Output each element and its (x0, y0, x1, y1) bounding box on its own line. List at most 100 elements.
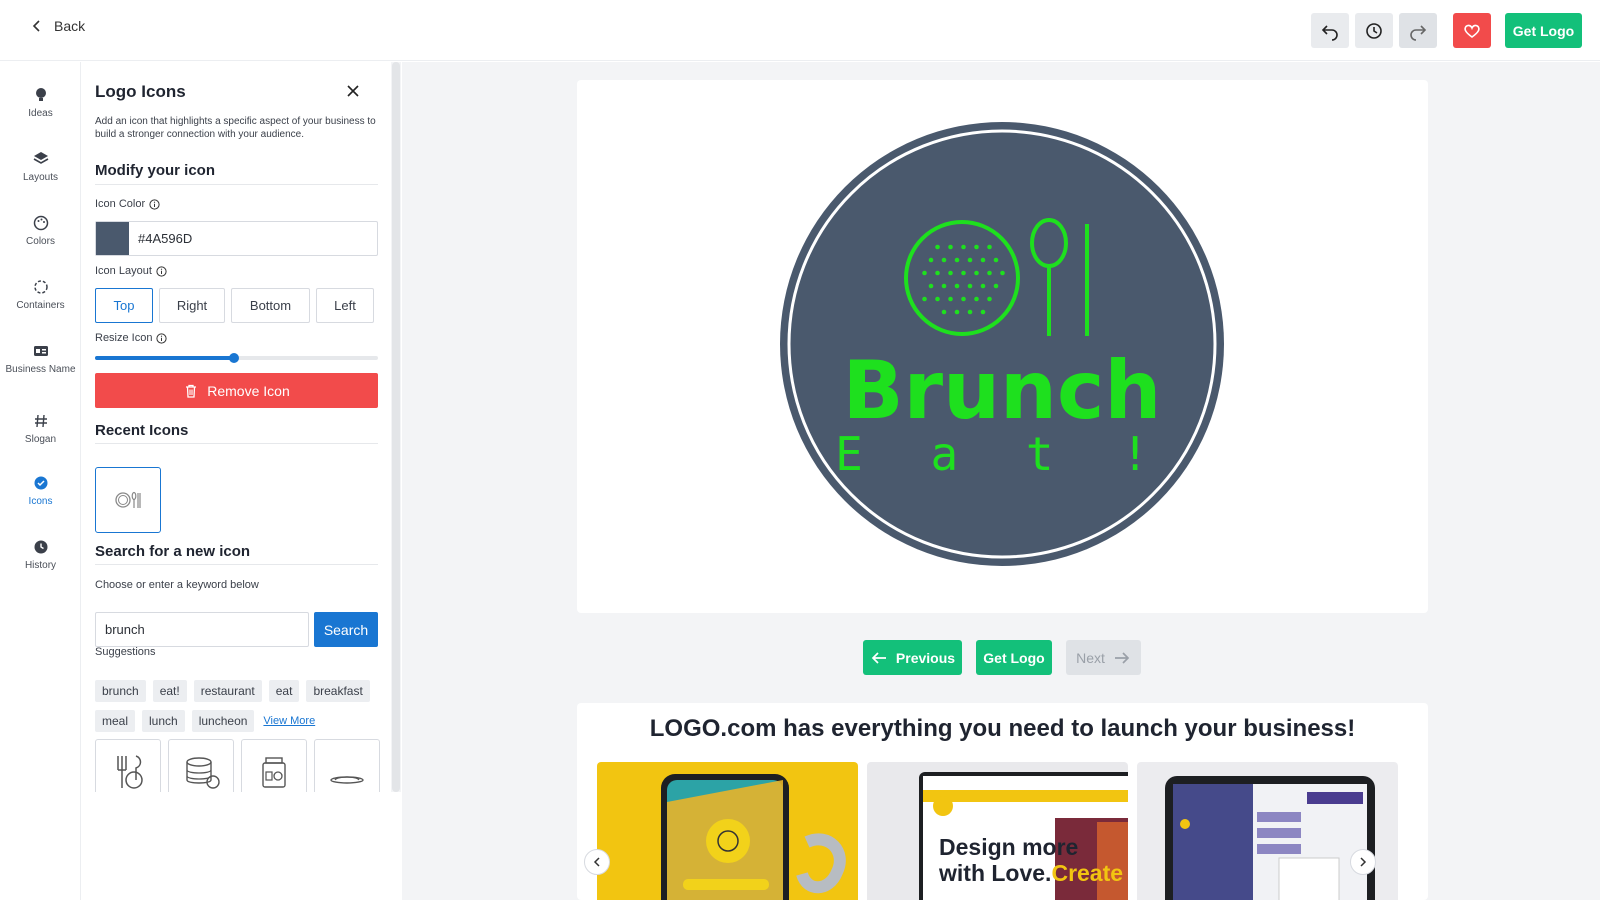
hash-icon (34, 414, 47, 428)
heart-icon (1464, 24, 1480, 38)
plate-dot (922, 296, 927, 302)
chevron-left-icon (593, 857, 600, 867)
color-swatch[interactable] (96, 222, 129, 255)
view-more-link[interactable]: View More (263, 715, 315, 727)
suggestion-chip[interactable]: eat! (152, 680, 187, 702)
undo-button[interactable] (1311, 13, 1349, 48)
resize-slider[interactable] (95, 353, 378, 363)
food-stack-icon (186, 757, 220, 789)
icon-layout-text: Icon Layout (95, 265, 152, 277)
plate-dot (961, 296, 966, 302)
layout-right-button[interactable]: Right (159, 288, 225, 323)
chef-utensils-icon (117, 755, 143, 789)
slider-thumb[interactable] (228, 353, 239, 363)
chevron-left-icon (32, 20, 40, 32)
search-heading: Search for a new icon (95, 543, 251, 560)
chip-row: meal lunch luncheon View More (95, 710, 385, 732)
clock-icon (34, 540, 47, 554)
plate-dot (987, 244, 992, 250)
plate-dot (967, 283, 973, 289)
carousel-next-button[interactable] (1350, 849, 1376, 875)
rail-item-ideas[interactable]: Ideas (0, 86, 81, 119)
icon-result-tile[interactable] (95, 739, 161, 792)
carousel-prev-button[interactable] (584, 849, 610, 875)
history-button[interactable] (1355, 13, 1393, 48)
remove-icon-button[interactable]: Remove Icon (95, 373, 378, 408)
slider-fill (95, 356, 234, 360)
undo-icon (1321, 24, 1338, 41)
layout-top-button[interactable]: Top (95, 288, 153, 323)
logo-preview[interactable]: Brunch E a t ! (577, 80, 1428, 613)
plate-dot (935, 296, 940, 302)
logo-preview-card: Brunch E a t ! (577, 80, 1428, 613)
plate-dot (987, 296, 992, 302)
icon-result-tile[interactable] (168, 739, 234, 792)
promo-card-phone[interactable] (597, 762, 858, 900)
rail-item-colors[interactable]: Colors (0, 214, 81, 247)
rail-item-history[interactable]: History (0, 538, 81, 571)
rail-item-icons[interactable]: Icons (0, 474, 81, 507)
layout-left-button[interactable]: Left (316, 288, 374, 323)
icon-layout-label: Icon Layout (95, 265, 167, 277)
suggestion-chip[interactable]: luncheon (191, 710, 255, 732)
icon-result-tile[interactable] (314, 739, 380, 792)
suggestion-chip[interactable]: restaurant (193, 680, 262, 702)
plate-dot (948, 296, 953, 302)
favorite-button[interactable] (1453, 13, 1491, 48)
rail-label: History (24, 560, 57, 571)
search-button[interactable]: Search (314, 612, 378, 647)
plate-dot (954, 257, 960, 263)
suggestion-chip[interactable]: lunch (142, 710, 185, 732)
suggestion-chip[interactable]: meal (95, 710, 136, 732)
layers-icon (33, 152, 48, 164)
panel-scrollbar-thumb[interactable] (392, 62, 400, 792)
plate-dot (941, 257, 947, 263)
close-icon[interactable] (344, 82, 362, 100)
plate-dot (974, 244, 979, 250)
plate-dot (980, 257, 986, 263)
icon-color-text: Icon Color (95, 198, 146, 210)
rail-item-layouts[interactable]: Layouts (0, 150, 81, 183)
keyword-search-input[interactable] (95, 612, 309, 647)
icon-color-field[interactable]: #4A596D (95, 221, 378, 256)
plate-dot (987, 270, 992, 276)
rail-label: Containers (16, 300, 65, 311)
plate-dot (961, 244, 966, 250)
next-button[interactable]: Next (1066, 640, 1141, 675)
info-icon[interactable] (156, 332, 168, 344)
palette-icon (33, 215, 48, 231)
panel-description: Add an icon that highlights a specific a… (95, 116, 376, 140)
icon-color-value[interactable]: #4A596D (138, 231, 192, 246)
suggestions-label: Suggestions (95, 646, 156, 658)
rail-item-containers[interactable]: Containers (0, 278, 81, 311)
recent-icon-tile[interactable] (95, 467, 161, 533)
suggestion-chips: brunch eat! restaurant eat breakfast mea… (95, 680, 385, 740)
logo-icons-panel: Logo Icons Add an icon that highlights a… (81, 62, 391, 792)
divider (95, 184, 378, 185)
promo-headline-line2: with Love.Create (939, 860, 1123, 886)
info-icon[interactable] (149, 198, 160, 210)
plate-dot (993, 283, 999, 289)
previous-button[interactable]: Previous (863, 640, 962, 675)
back-label: Back (54, 18, 86, 34)
layout-bottom-button[interactable]: Bottom (231, 288, 310, 323)
icon-result-tile[interactable] (241, 739, 307, 792)
promo-card-tablet[interactable] (1137, 762, 1398, 900)
promo-card-laptop[interactable]: Design more with Love.Create (867, 762, 1128, 900)
back-button[interactable]: Back (30, 18, 85, 34)
rail-item-business-name[interactable]: Business Name (0, 342, 81, 375)
rail-label: Ideas (28, 108, 53, 119)
suggestion-chip[interactable]: eat (268, 680, 300, 702)
get-logo-top-button[interactable]: Get Logo (1505, 13, 1582, 48)
redo-button[interactable] (1399, 13, 1437, 48)
plate-dot (954, 283, 960, 289)
plate-dot (922, 270, 927, 276)
get-logo-button[interactable]: Get Logo (976, 640, 1052, 675)
suggestion-chip[interactable]: brunch (95, 680, 146, 702)
info-icon[interactable] (156, 265, 167, 277)
panel-title: Logo Icons (95, 82, 186, 101)
plate-dot (935, 270, 940, 276)
resize-icon-text: Resize Icon (95, 332, 153, 344)
rail-item-slogan[interactable]: Slogan (0, 412, 81, 445)
suggestion-chip[interactable]: breakfast (306, 680, 370, 702)
